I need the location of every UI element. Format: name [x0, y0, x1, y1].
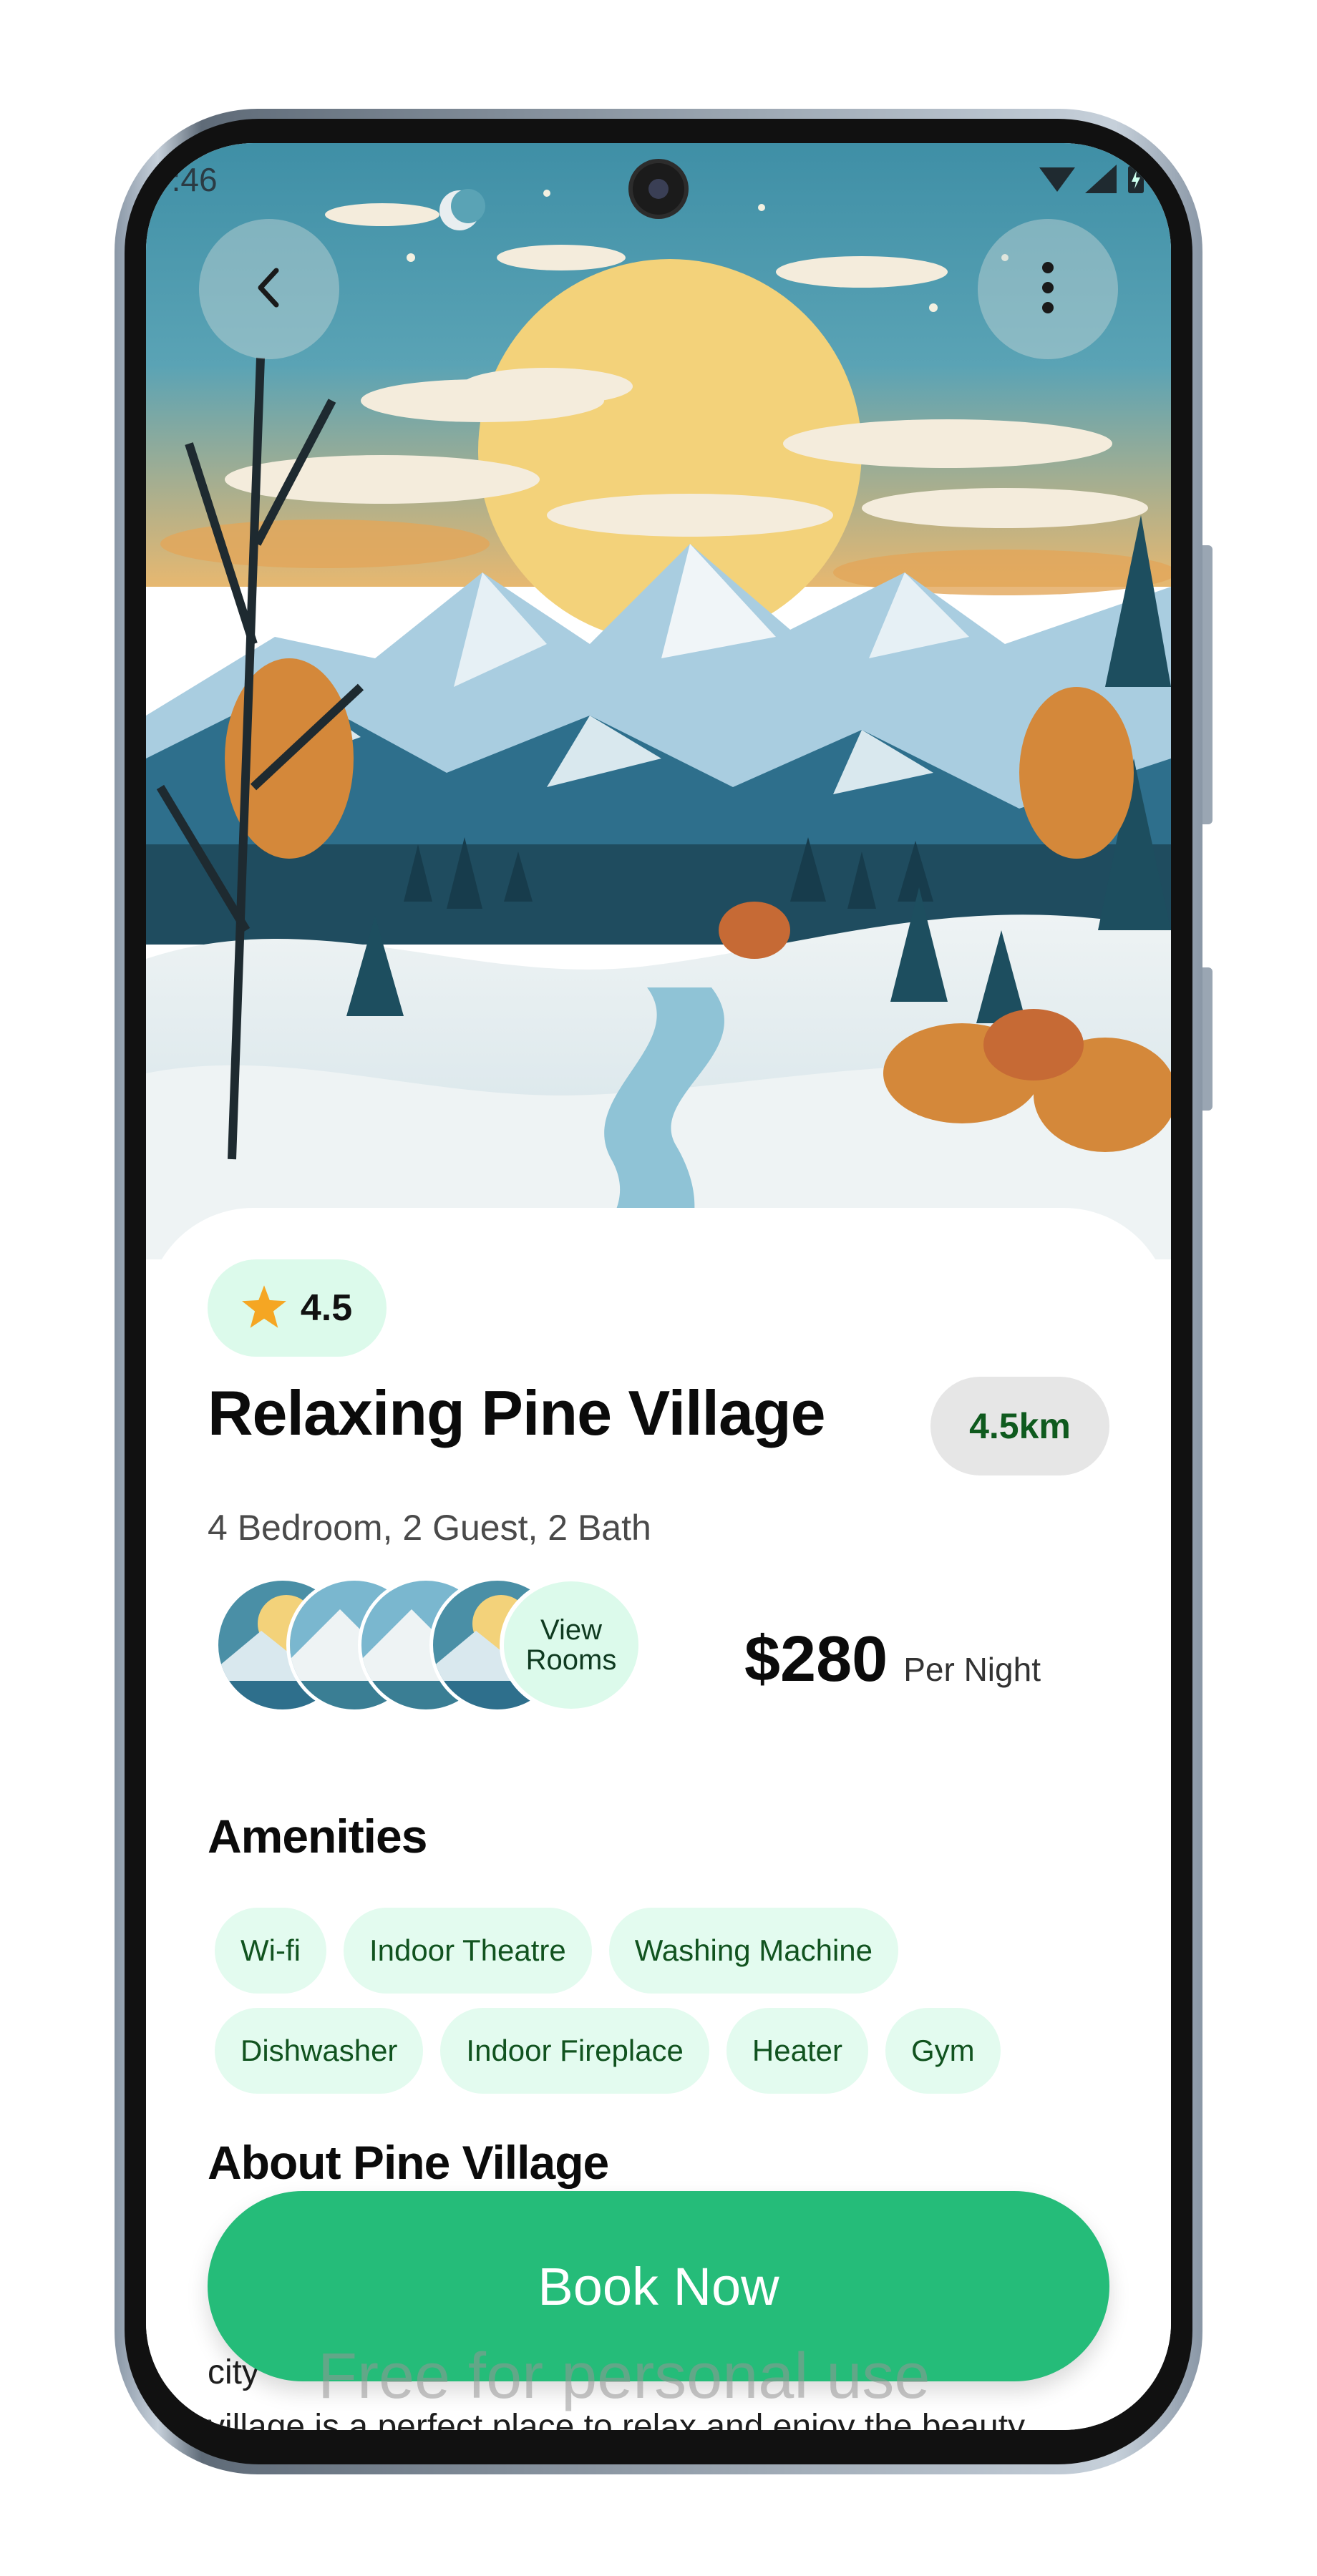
amenity-chip: Washing Machine	[608, 1908, 898, 1994]
amenities-title: Amenities	[208, 1810, 427, 1863]
power-button	[1202, 967, 1212, 1111]
amenities-row: Dishwasher Indoor Fireplace Heater Gym	[215, 2008, 1131, 2094]
signal-icon	[1085, 165, 1117, 197]
view-rooms-label-line2: Rooms	[525, 1644, 617, 1676]
app-screen: 7:46 4.5 Relaxing Pine Village 4.5km 4 B…	[146, 143, 1171, 2430]
back-button[interactable]	[199, 219, 339, 359]
star-icon	[241, 1284, 286, 1332]
more-vertical-icon	[1041, 259, 1055, 320]
amenities-row: Wi-fi Indoor Theatre Washing Machine	[215, 1908, 1131, 1994]
battery-icon	[1127, 163, 1145, 198]
more-options-button[interactable]	[978, 219, 1118, 359]
watermark: Free for personal use	[318, 2341, 930, 2412]
amenity-chip: Heater	[726, 2008, 868, 2094]
about-title: About Pine Village	[208, 2136, 609, 2189]
price: $280 Per Night	[744, 1623, 1041, 1697]
price-unit: Per Night	[903, 1651, 1041, 1688]
chevron-left-icon	[255, 266, 283, 313]
listing-title: Relaxing Pine Village	[208, 1377, 826, 1448]
rating-value: 4.5	[300, 1287, 353, 1329]
view-rooms-label-line1: View	[540, 1614, 602, 1646]
amenity-chip: Indoor Fireplace	[440, 2008, 709, 2094]
amenities-list: Wi-fi Indoor Theatre Washing Machine Dis…	[215, 1908, 1131, 2108]
volume-button	[1202, 545, 1212, 824]
view-rooms-button[interactable]: View Rooms	[500, 1577, 643, 1713]
room-thumbnails[interactable]: View Rooms	[215, 1577, 658, 1720]
wifi-icon	[1039, 165, 1075, 197]
amenity-chip: Gym	[885, 2008, 1001, 2094]
front-camera	[633, 163, 684, 215]
room-details: 4 Bedroom, 2 Guest, 2 Bath	[208, 1508, 651, 1548]
rating-badge: 4.5	[208, 1259, 387, 1357]
amenity-chip: Wi-fi	[215, 1908, 326, 1994]
status-time: 7:46	[153, 161, 218, 198]
amenity-chip: Indoor Theatre	[343, 1908, 592, 1994]
amenity-chip: Dishwasher	[215, 2008, 424, 2094]
distance-badge: 4.5km	[930, 1377, 1109, 1475]
price-amount: $280	[744, 1624, 888, 1695]
